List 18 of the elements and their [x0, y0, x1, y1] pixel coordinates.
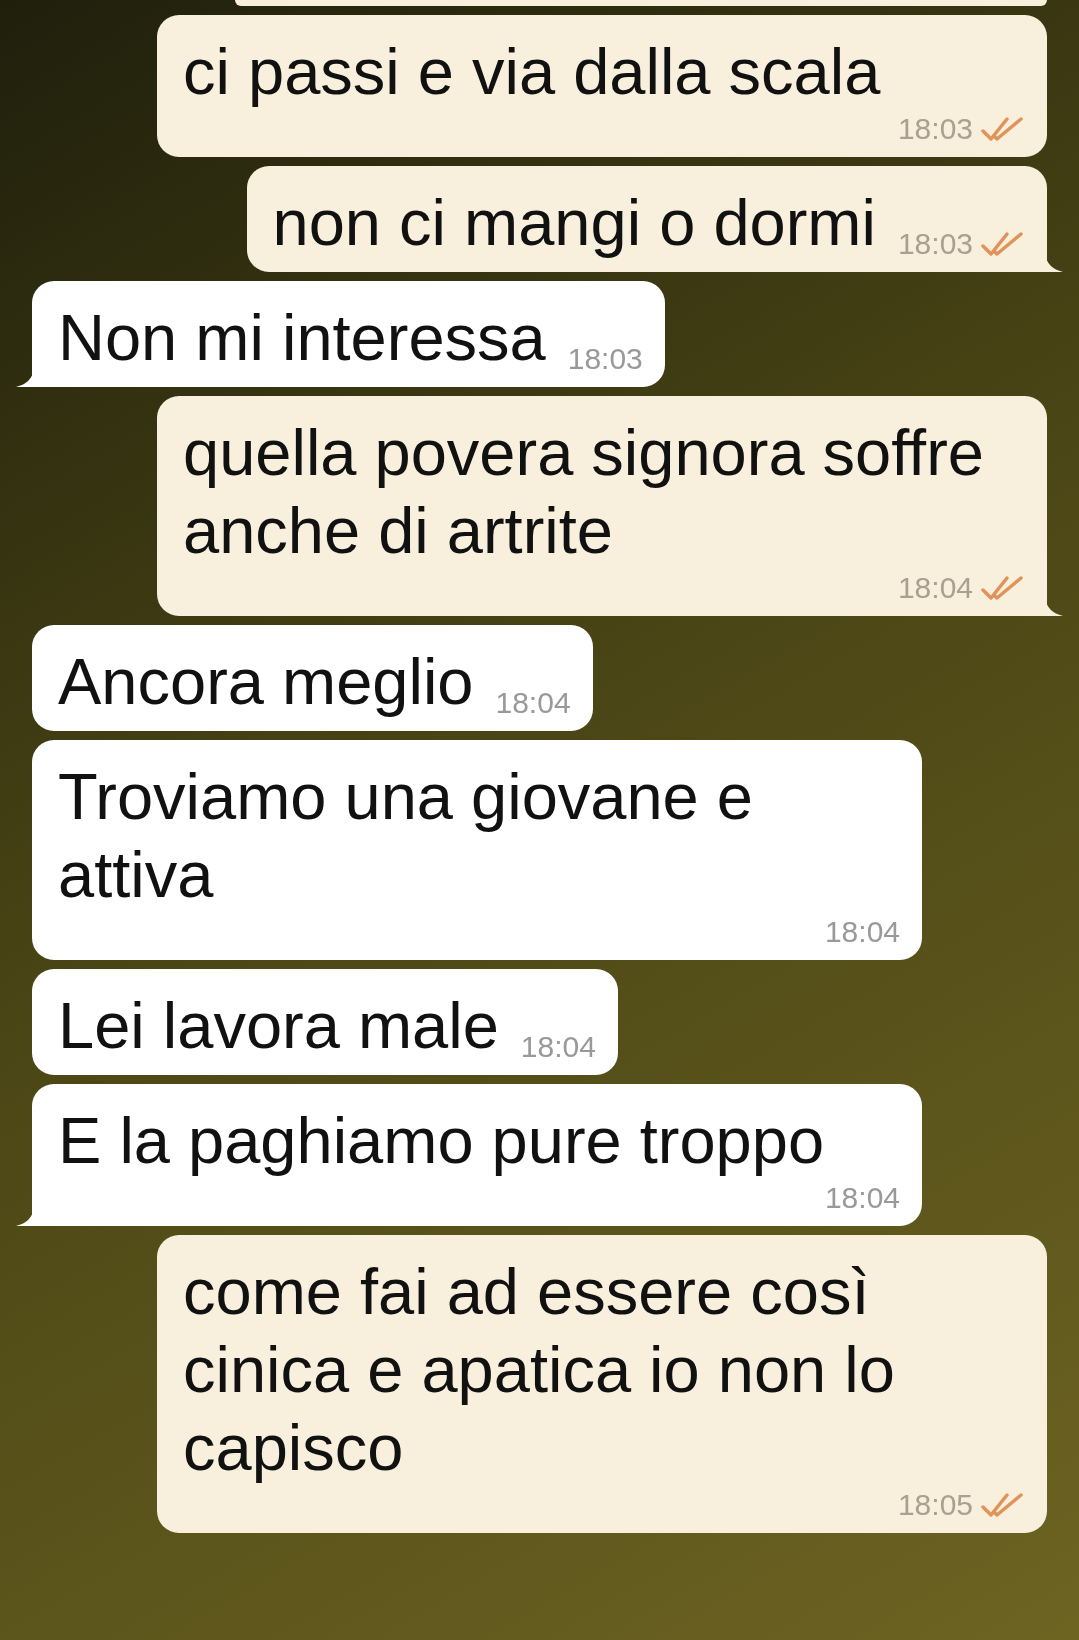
message-text: Non mi interessa — [58, 300, 546, 376]
message-time: 18:04 — [520, 1029, 596, 1065]
message-time: 18:03 — [897, 226, 973, 262]
message-text: Ancora meglio — [58, 644, 474, 720]
message-time: 18:04 — [897, 570, 973, 606]
message-text: come fai ad essere così cinica e apatica io non lo capisco — [183, 1254, 896, 1486]
message-time: 18:04 — [824, 914, 900, 950]
message-text: ci passi e via dalla scala — [183, 34, 881, 110]
message-text: non ci mangi o dormi — [272, 185, 876, 261]
message-text: Troviamo una giovane e attiva — [58, 759, 754, 913]
message-time: 18:04 — [495, 685, 571, 721]
message-time: 18:04 — [824, 1180, 900, 1216]
message-text: quella povera signora soffre anche di artrite — [183, 415, 985, 569]
message-text: Lei lavora male — [58, 988, 499, 1064]
message-text: E la paghiamo pure troppo — [58, 1103, 825, 1179]
message-time: 18:03 — [897, 111, 973, 147]
message-time: 18:05 — [897, 1487, 973, 1523]
message-time: 18:03 — [567, 341, 643, 377]
